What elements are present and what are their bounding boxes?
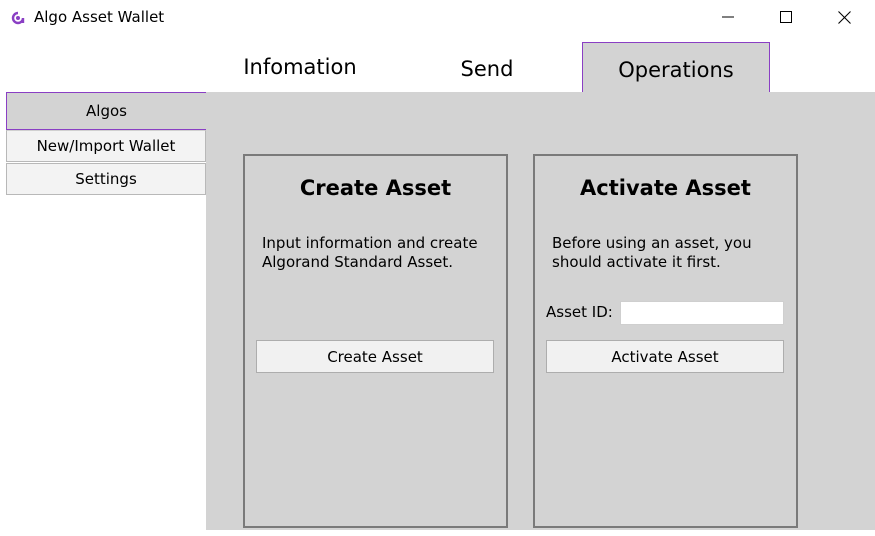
- close-icon: [837, 10, 851, 24]
- title-bar: Algo Asset Wallet: [0, 0, 875, 34]
- create-asset-button[interactable]: Create Asset: [256, 340, 494, 373]
- maximize-icon: [780, 11, 792, 23]
- algo-app-icon: [11, 10, 25, 25]
- activate-asset-panel: Activate Asset Before using an asset, yo…: [533, 154, 798, 528]
- asset-id-label: Asset ID:: [546, 303, 613, 321]
- tab-information[interactable]: Infomation: [207, 42, 393, 92]
- window-title: Algo Asset Wallet: [34, 8, 165, 26]
- create-asset-description: Input information and create Algorand St…: [262, 234, 478, 271]
- tab-send[interactable]: Send: [394, 42, 580, 92]
- operations-content: Create Asset Input information and creat…: [206, 92, 875, 530]
- minimize-icon: [722, 16, 734, 18]
- nav-item-new-import-wallet[interactable]: New/Import Wallet: [6, 130, 206, 162]
- tab-operations[interactable]: Operations: [582, 42, 770, 92]
- activate-asset-button[interactable]: Activate Asset: [546, 340, 784, 373]
- close-button[interactable]: [815, 0, 873, 34]
- activate-asset-description: Before using an asset, you should activa…: [552, 234, 752, 271]
- minimize-button[interactable]: [699, 0, 757, 34]
- activate-asset-title: Activate Asset: [580, 176, 751, 200]
- nav-item-algos[interactable]: Algos: [6, 92, 206, 130]
- nav-item-settings[interactable]: Settings: [6, 163, 206, 195]
- create-asset-title: Create Asset: [299, 176, 452, 200]
- create-asset-panel: Create Asset Input information and creat…: [243, 154, 508, 528]
- asset-id-input[interactable]: [620, 301, 784, 325]
- maximize-button[interactable]: [757, 0, 815, 34]
